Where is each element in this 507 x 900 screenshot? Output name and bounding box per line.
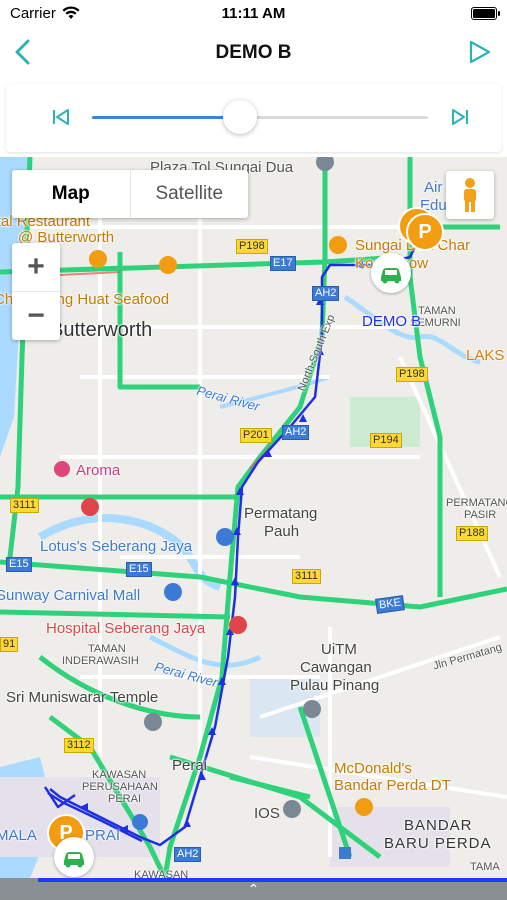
map-label: LAKS (466, 347, 505, 364)
zoom-control: + − (12, 243, 60, 340)
map-label: McDonald's (334, 760, 412, 777)
battery-icon (471, 7, 500, 20)
map-label: TAMA (470, 861, 500, 873)
bottom-sheet-handle[interactable]: ⌃ (0, 878, 507, 900)
zoom-out-button[interactable]: − (12, 292, 60, 340)
road-shield: P198 (236, 239, 268, 254)
slider-fill (92, 116, 240, 119)
map-label: PERUSAHAAN (82, 781, 158, 793)
map-label: Hospital Seberang Jaya (46, 620, 206, 637)
parking-marker[interactable]: P (406, 213, 444, 251)
status-time: 11:11 AM (221, 5, 286, 22)
map-type-satellite-button[interactable]: Satellite (131, 170, 249, 218)
status-bar: Carrier 11:11 AM (0, 0, 507, 28)
map-label: Air (424, 179, 443, 196)
road-shield: E15 (126, 562, 152, 577)
road-shield: E15 (6, 557, 32, 572)
map-label: Butterworth (50, 319, 153, 341)
map-label: PERMATANG (446, 497, 507, 509)
road-shield: AH2 (174, 847, 202, 862)
road-shield: E17 (270, 256, 296, 271)
map-label: Pauh (264, 523, 300, 540)
map-label: IOS (254, 805, 280, 822)
road-shield: AH2 (312, 286, 340, 301)
road-shield: P198 (396, 367, 428, 382)
page-title: DEMO B (215, 42, 292, 63)
map-label: BARU PERDA (384, 835, 492, 852)
map-label: Cawangan (300, 659, 372, 676)
pegman-icon (464, 178, 476, 212)
vehicle-marker[interactable] (371, 253, 411, 293)
map-type-control: Map Satellite (12, 170, 248, 218)
street-view-pegman-button[interactable] (446, 171, 494, 219)
map-label: Bandar Perda DT (334, 777, 451, 794)
map-label: PASIR (464, 509, 497, 521)
playback-controls (6, 84, 501, 152)
map-label: KAWASAN (92, 769, 147, 781)
map-label: TAMAN (418, 305, 456, 317)
map-label: Perai (172, 757, 208, 774)
map-type-map-button[interactable]: Map (12, 170, 131, 218)
map-label: INDERAWASIH (62, 655, 139, 667)
slider-thumb[interactable] (222, 100, 257, 134)
map-label: Aroma (76, 462, 121, 479)
map-view[interactable]: Plaza Tol Sungai Dua Air Educ Oriental R… (0, 157, 507, 878)
map-label: UiTM (321, 641, 357, 658)
map-label: PERAI (108, 793, 142, 805)
vehicle-marker[interactable] (54, 837, 94, 877)
car-icon (381, 268, 401, 284)
road-shield: 3112 (64, 738, 94, 753)
skip-next-icon[interactable] (449, 106, 471, 128)
skip-previous-icon[interactable] (50, 106, 72, 128)
zoom-in-button[interactable]: + (12, 243, 60, 292)
play-icon[interactable] (463, 36, 495, 68)
map-label: Permatang (244, 505, 318, 522)
road-shield: AH2 (282, 425, 310, 440)
map-label: Lotus's Seberang Jaya (40, 538, 193, 555)
map-label: Pulau Pinang (290, 677, 380, 694)
car-icon (64, 852, 84, 868)
road-shield: 91 (0, 637, 19, 652)
road-shield: P201 (240, 428, 272, 443)
map-label: KAWASAN (134, 869, 189, 878)
map-label: Sri Muniswarar Temple (6, 689, 159, 706)
map-label: TAMAN (88, 643, 126, 655)
playback-slider[interactable] (92, 100, 428, 134)
map-label: Sunway Carnival Mall (0, 587, 141, 604)
map-label: BANDAR (404, 817, 473, 834)
road-shield: P194 (370, 433, 402, 448)
map-label: MALA (0, 827, 37, 844)
nav-bar: DEMO B (0, 28, 507, 78)
road-shield: P188 (456, 526, 488, 541)
road-shield: 3111 (292, 569, 321, 584)
vehicle-label: DEMO B (362, 313, 422, 330)
chevron-up-icon[interactable]: ⌃ (0, 881, 507, 898)
road-shield: 3111 (10, 498, 39, 513)
